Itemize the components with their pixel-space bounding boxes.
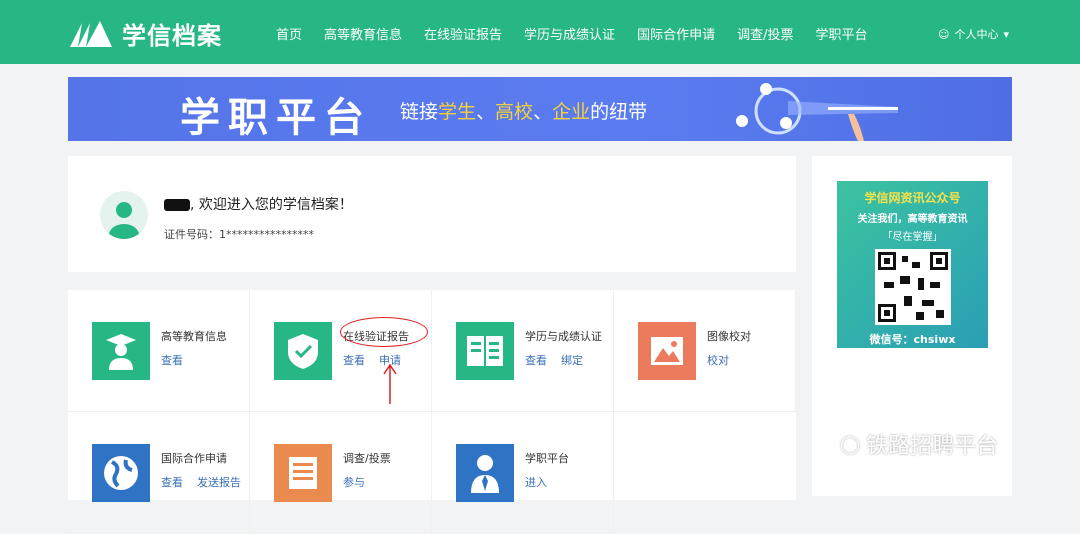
user-center-label: 个人中心 — [954, 28, 999, 41]
service-link[interactable]: 查看 — [525, 352, 547, 368]
banner-title: 学职平台 — [180, 95, 372, 141]
banner-illustration-icon — [736, 83, 898, 141]
user-center-menu[interactable]: ☺ 个人中心 ▾ — [938, 26, 1009, 42]
watermark: ◯ 铁路招聘平台 — [840, 433, 999, 460]
logo[interactable]: 学信档案 — [68, 16, 222, 51]
service-book: 学历与成绩认证 查看 绑定 — [432, 290, 614, 412]
service-title[interactable]: 图像校对 — [707, 328, 751, 344]
wechat-id: 微信号：chsiwx — [869, 333, 956, 346]
wechat-title: 学信网资讯公众号 — [864, 191, 961, 205]
id-number: 证件号码：1**************** — [164, 228, 314, 241]
service-link[interactable]: 校对 — [707, 352, 729, 368]
nav-online-report[interactable]: 在线验证报告 — [424, 24, 502, 43]
career-banner[interactable]: 学职平台 链接学生、高校、企业的纽带 — [68, 77, 1012, 141]
user-icon: ☺ — [938, 27, 950, 41]
service-links: 查看 绑定 — [525, 352, 583, 368]
shield-check-icon[interactable] — [274, 322, 332, 380]
redacted-name — [164, 199, 190, 211]
annotation-circle — [340, 317, 428, 347]
wechat-promo: 学信网资讯公众号 关注我们，高等教育资讯 「尽在掌握」 微信号：chsiwx — [837, 181, 988, 348]
top-header: 学信档案 首页 高等教育信息 在线验证报告 学历与成绩认证 国际合作申请 调查/… — [0, 0, 1080, 64]
service-title[interactable]: 国际合作申请 — [161, 450, 227, 466]
welcome-text: , 欢迎进入您的学信档案！ — [164, 194, 353, 214]
nav-survey[interactable]: 调查/投票 — [737, 24, 793, 43]
graduate-icon[interactable] — [92, 322, 150, 380]
service-link[interactable]: 参与 — [343, 474, 365, 490]
main-nav: 首页 高等教育信息 在线验证报告 学历与成绩认证 国际合作申请 调查/投票 学职… — [276, 24, 867, 43]
annotation-arrow-icon — [383, 363, 397, 404]
service-link[interactable]: 进入 — [525, 474, 547, 490]
service-link[interactable]: 查看 — [343, 352, 365, 368]
banner-subtitle: 链接学生、高校、企业的纽带 — [400, 101, 648, 123]
service-links: 进入 — [525, 474, 547, 490]
wechat-icon: ◯ — [840, 433, 861, 455]
wechat-line2: 关注我们，高等教育资讯 — [857, 214, 968, 225]
service-title[interactable]: 学职平台 — [525, 450, 569, 466]
image-icon[interactable] — [638, 322, 696, 380]
list-icon[interactable] — [274, 444, 332, 502]
nav-certification[interactable]: 学历与成绩认证 — [524, 24, 615, 43]
service-link[interactable]: 发送报告 — [197, 474, 241, 490]
service-links: 参与 — [343, 474, 365, 490]
service-link[interactable]: 查看 — [161, 352, 183, 368]
nav-higher-edu[interactable]: 高等教育信息 — [324, 24, 402, 43]
globe-icon[interactable] — [92, 444, 150, 502]
service-list: 调查/投票参与 — [250, 412, 432, 534]
book-icon[interactable] — [456, 322, 514, 380]
qr-code-icon — [874, 249, 951, 325]
nav-intl[interactable]: 国际合作申请 — [637, 24, 715, 43]
person-icon[interactable] — [456, 444, 514, 502]
service-globe: 国际合作申请 查看 发送报告 — [68, 412, 250, 534]
service-title[interactable]: 学历与成绩认证 — [525, 328, 602, 344]
service-link[interactable]: 查看 — [161, 474, 183, 490]
service-links: 查看 — [161, 352, 183, 368]
service-links: 校对 — [707, 352, 729, 368]
service-title[interactable]: 高等教育信息 — [161, 328, 227, 344]
logo-text: 学信档案 — [122, 22, 222, 50]
service-image: 图像校对 校对 — [614, 290, 796, 412]
person-icon — [109, 202, 139, 239]
wechat-line3: 「尽在掌握」 — [882, 232, 943, 243]
service-link[interactable]: 绑定 — [561, 352, 583, 368]
service-person: 学职平台 进入 — [432, 412, 614, 534]
service-shield-check: 在线验证报告 查看 申请 — [250, 290, 432, 412]
nav-home[interactable]: 首页 — [276, 24, 302, 43]
chevron-down-icon: ▾ — [1003, 27, 1009, 41]
nav-career[interactable]: 学职平台 — [815, 24, 867, 43]
service-graduate: 高等教育信息 查看 — [68, 290, 250, 412]
services-grid: 高等教育信息 查看 在线验证报告 查看 申请 学历与成绩认证 查看 绑定 图像校对 校对 国际合作申… — [68, 290, 796, 534]
avatar — [100, 191, 148, 239]
logo-icon — [70, 20, 112, 47]
service-title[interactable]: 调查/投票 — [343, 450, 391, 466]
welcome-card: , 欢迎进入您的学信档案！ 证件号码：1**************** — [68, 156, 796, 272]
service-links: 查看 发送报告 — [161, 474, 241, 490]
